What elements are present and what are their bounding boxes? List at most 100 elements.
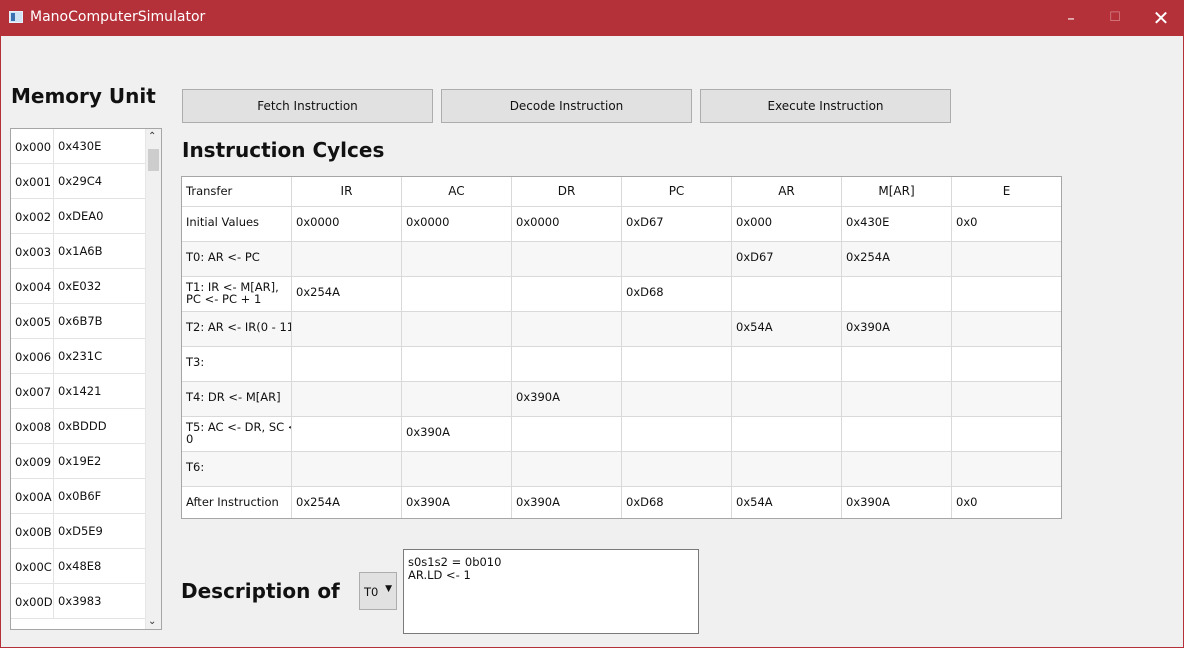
transfer-statement-cell[interactable]: Initial Values [182, 207, 292, 242]
column-header[interactable]: PC [622, 177, 732, 207]
register-value-cell[interactable] [732, 452, 842, 487]
register-value-cell[interactable] [402, 312, 512, 347]
column-header[interactable]: M[AR] [842, 177, 952, 207]
register-value-cell[interactable] [952, 312, 1061, 347]
register-value-cell[interactable] [622, 417, 732, 452]
register-value-cell[interactable] [732, 417, 842, 452]
memory-value[interactable]: 0xBDDD [53, 409, 145, 443]
scroll-thumb[interactable] [148, 149, 159, 171]
register-value-cell[interactable] [842, 452, 952, 487]
register-value-cell[interactable]: 0x0 [952, 487, 1061, 518]
register-value-cell[interactable]: 0xD68 [622, 277, 732, 312]
memory-value[interactable]: 0x3983 [53, 584, 145, 618]
register-value-cell[interactable] [512, 242, 622, 277]
register-value-cell[interactable] [512, 312, 622, 347]
register-value-cell[interactable] [292, 382, 402, 417]
register-value-cell[interactable]: 0x0000 [292, 207, 402, 242]
register-value-cell[interactable] [952, 417, 1061, 452]
register-value-cell[interactable]: 0x254A [842, 242, 952, 277]
transfer-statement-cell[interactable]: T5: AC <- DR, SC <- 0 [182, 417, 292, 452]
memory-value[interactable]: 0x430E [53, 129, 145, 163]
memory-value[interactable]: 0x1421 [53, 374, 145, 408]
register-value-cell[interactable]: 0x0000 [402, 207, 512, 242]
decode-instruction-button[interactable]: Decode Instruction [441, 89, 692, 123]
column-header[interactable]: E [952, 177, 1061, 207]
memory-row[interactable]: 0x00C 0x48E8 [11, 549, 145, 584]
register-value-cell[interactable] [402, 382, 512, 417]
register-value-cell[interactable] [842, 277, 952, 312]
register-value-cell[interactable] [622, 242, 732, 277]
scroll-down-icon[interactable]: ⌄ [148, 616, 156, 627]
register-value-cell[interactable] [952, 452, 1061, 487]
register-value-cell[interactable] [292, 347, 402, 382]
register-value-cell[interactable] [292, 417, 402, 452]
memory-list[interactable]: 0x00D 0x3983 0x00C 0x48E8 0x00B 0xD5E9 0x00A 0x… [10, 128, 162, 630]
column-header[interactable]: DR [512, 177, 622, 207]
register-value-cell[interactable]: 0x0 [952, 207, 1061, 242]
register-value-cell[interactable] [622, 347, 732, 382]
fetch-instruction-button[interactable]: Fetch Instruction [182, 89, 433, 123]
memory-row[interactable]: 0x006 0x231C [11, 339, 145, 374]
register-value-cell[interactable]: 0x54A [732, 487, 842, 518]
memory-value[interactable]: 0x6B7B [53, 304, 145, 338]
register-value-cell[interactable]: 0x0000 [512, 207, 622, 242]
transfer-statement-cell[interactable]: After Instruction [182, 487, 292, 518]
memory-row[interactable]: 0x004 0xE032 [11, 269, 145, 304]
register-value-cell[interactable] [622, 382, 732, 417]
memory-row[interactable]: 0x000 0x430E [11, 129, 145, 164]
memory-value[interactable]: 0x1A6B [53, 234, 145, 268]
register-value-cell[interactable] [402, 242, 512, 277]
register-value-cell[interactable] [622, 312, 732, 347]
register-value-cell[interactable]: 0x254A [292, 487, 402, 518]
transfer-statement-cell[interactable]: T1: IR <- M[AR], PC <- PC + 1 [182, 277, 292, 312]
register-value-cell[interactable] [512, 452, 622, 487]
register-value-cell[interactable] [292, 242, 402, 277]
register-value-cell[interactable] [732, 277, 842, 312]
memory-value[interactable]: 0xE032 [53, 269, 145, 303]
column-header[interactable]: IR [292, 177, 402, 207]
register-value-cell[interactable] [292, 452, 402, 487]
register-value-cell[interactable] [732, 347, 842, 382]
memory-value[interactable]: 0x19E2 [53, 444, 145, 478]
instruction-cycles-table[interactable]: Transfer StatementsIRACDRPCARM[AR]E Initi… [181, 176, 1062, 519]
register-value-cell[interactable] [732, 382, 842, 417]
memory-row[interactable]: 0x00B 0xD5E9 [11, 514, 145, 549]
register-value-cell[interactable]: 0x430E [842, 207, 952, 242]
scroll-up-icon[interactable]: ⌃ [148, 131, 156, 142]
memory-row[interactable]: 0x009 0x19E2 [11, 444, 145, 479]
memory-row[interactable]: 0x002 0xDEA0 [11, 199, 145, 234]
register-value-cell[interactable] [512, 417, 622, 452]
maximize-button[interactable]: ☐ [1092, 0, 1138, 36]
register-value-cell[interactable] [952, 242, 1061, 277]
register-value-cell[interactable]: 0xD67 [732, 242, 842, 277]
register-value-cell[interactable] [512, 277, 622, 312]
transfer-statement-cell[interactable]: T0: AR <- PC [182, 242, 292, 277]
minimize-button[interactable]: – [1048, 0, 1094, 36]
register-value-cell[interactable] [402, 452, 512, 487]
register-value-cell[interactable] [842, 417, 952, 452]
column-header[interactable]: AC [402, 177, 512, 207]
transfer-statement-cell[interactable]: T4: DR <- M[AR] [182, 382, 292, 417]
memory-row[interactable]: 0x00D 0x3983 [11, 584, 145, 619]
register-value-cell[interactable]: 0xD68 [622, 487, 732, 518]
memory-value[interactable]: 0x48E8 [53, 549, 145, 583]
register-value-cell[interactable]: 0x390A [402, 417, 512, 452]
memory-row[interactable]: 0x00A 0x0B6F [11, 479, 145, 514]
description-text-box[interactable]: s0s1s2 = 0b010 AR.LD <- 1 [403, 549, 699, 634]
register-value-cell[interactable] [952, 277, 1061, 312]
register-value-cell[interactable] [842, 347, 952, 382]
memory-value[interactable]: 0xD5E9 [53, 514, 145, 548]
memory-row[interactable]: 0x001 0x29C4 [11, 164, 145, 199]
register-value-cell[interactable]: 0x390A [512, 487, 622, 518]
register-value-cell[interactable] [952, 347, 1061, 382]
close-button[interactable]: ✕ [1138, 0, 1184, 36]
register-value-cell[interactable]: 0x000 [732, 207, 842, 242]
register-value-cell[interactable] [402, 277, 512, 312]
register-value-cell[interactable] [842, 382, 952, 417]
memory-value[interactable]: 0x0B6F [53, 479, 145, 513]
memory-value[interactable]: 0x231C [53, 339, 145, 373]
register-value-cell[interactable]: 0x390A [402, 487, 512, 518]
memory-row[interactable]: 0x008 0xBDDD [11, 409, 145, 444]
register-value-cell[interactable]: 0x54A [732, 312, 842, 347]
transfer-statement-cell[interactable]: T6: [182, 452, 292, 487]
